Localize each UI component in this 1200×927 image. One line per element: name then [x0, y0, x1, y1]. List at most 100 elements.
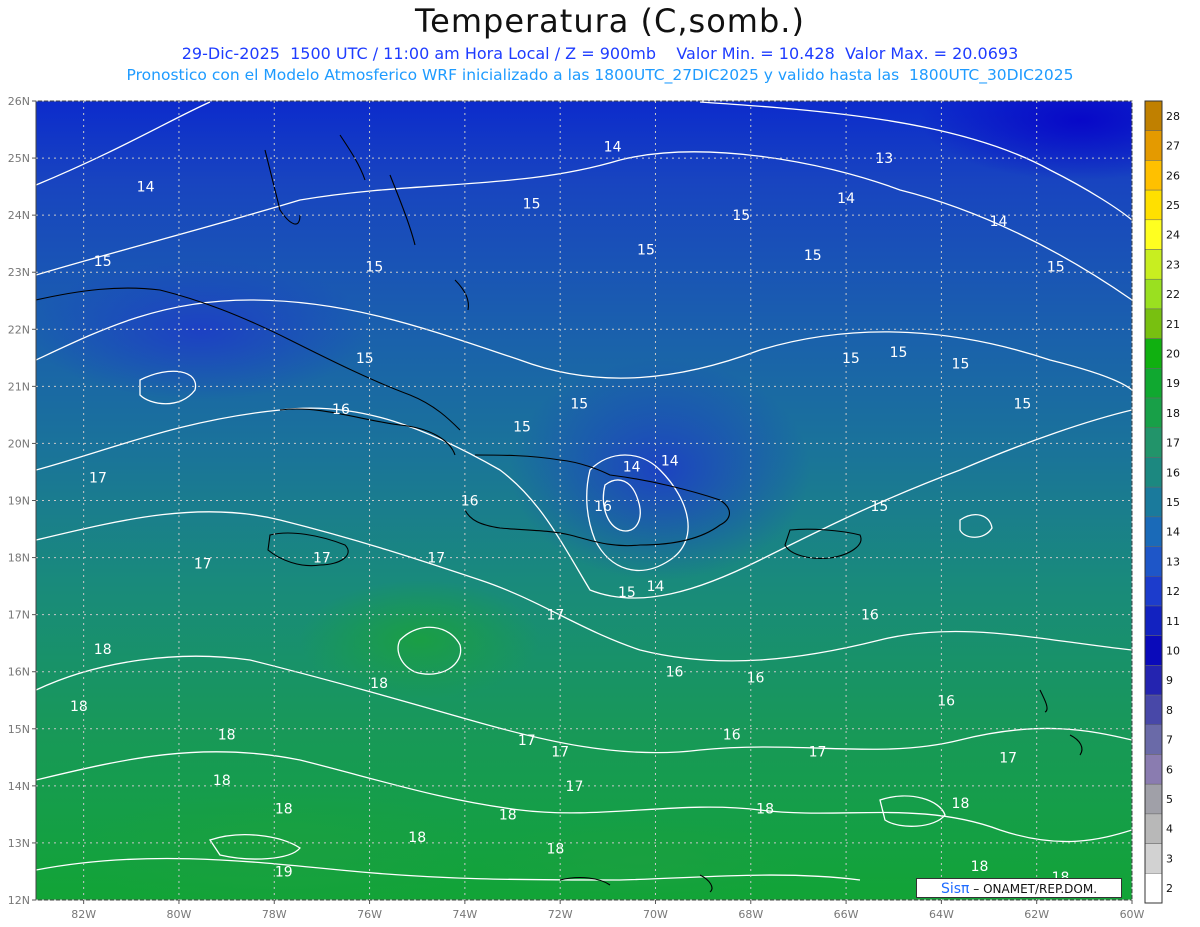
lat-tick-label: 15N	[8, 723, 30, 736]
lat-tick-label: 26N	[8, 95, 30, 108]
contour-label: 16	[666, 665, 684, 681]
contour-label: 16	[723, 727, 741, 743]
contour-label: 17	[89, 471, 107, 487]
sispi-logo: Sisπ	[940, 881, 970, 897]
colorbar-label: 24	[1166, 229, 1180, 242]
contour-label: 15	[842, 351, 860, 367]
colorbar-label: 27	[1166, 140, 1180, 153]
colorbar-swatch	[1144, 368, 1163, 399]
colorbar-swatch	[1144, 605, 1163, 636]
colorbar-swatch	[1144, 783, 1163, 815]
contour-label: 15	[1047, 260, 1065, 276]
colorbar-swatch	[1144, 724, 1163, 755]
lon-tick-label: 74W	[452, 908, 477, 921]
lat-tick-label: 17N	[8, 609, 30, 622]
contour-label: 15	[1013, 396, 1031, 412]
colorbar-label: 28	[1166, 110, 1180, 123]
lon-tick-label: 76W	[357, 908, 382, 921]
contour-label: 16	[461, 494, 479, 510]
contour-label: 19	[275, 864, 293, 880]
lon-tick-label: 60W	[1120, 908, 1145, 921]
colorbar-swatch	[1144, 130, 1163, 161]
contour-label: 13	[875, 151, 893, 167]
contour-label: 18	[275, 802, 293, 818]
colorbar-swatch	[1144, 873, 1163, 904]
colorbar-swatch	[1144, 397, 1163, 428]
contour-label: 18	[408, 830, 426, 846]
credit-box: Sisπ – ONAMET/REP.DOM.	[916, 878, 1122, 898]
contour-label: 17	[551, 745, 569, 761]
contour-label: 14	[647, 579, 665, 595]
lon-tick-label: 72W	[548, 908, 573, 921]
contour-label: 14	[137, 180, 155, 196]
contour-label: 18	[952, 796, 970, 812]
contour-label: 18	[971, 859, 989, 875]
contour-label: 15	[365, 260, 383, 276]
contour-label: 15	[732, 208, 750, 224]
colorbar-swatch	[1144, 635, 1163, 666]
color-scale-bar: 2827262524232221201918171615141312111098…	[1144, 100, 1180, 904]
contour-label: 14	[990, 214, 1008, 230]
colorbar-swatch	[1144, 308, 1163, 339]
lat-tick-label: 25N	[8, 152, 30, 165]
contour-label: 18	[213, 773, 231, 789]
contour-label: 14	[837, 191, 855, 207]
lon-tick-label: 64W	[929, 908, 954, 921]
colorbar-swatch	[1144, 576, 1163, 607]
contour-label: 14	[661, 454, 679, 470]
contour-label: 15	[618, 585, 636, 601]
colorbar-label: 15	[1166, 496, 1180, 509]
contour-label: 15	[94, 254, 112, 270]
contour-label: 16	[747, 670, 765, 686]
colorbar-label: 17	[1166, 437, 1180, 450]
contour-label: 18	[546, 842, 564, 858]
colorbar-label: 9	[1166, 674, 1173, 687]
contour-label: 15	[871, 499, 889, 515]
lat-tick-label: 24N	[8, 209, 30, 222]
colorbar-swatch	[1144, 516, 1163, 547]
colorbar-swatch	[1144, 160, 1163, 191]
contour-label: 17	[194, 556, 212, 572]
contour-label: 14	[623, 459, 641, 475]
colorbar-label: 16	[1166, 466, 1180, 479]
lat-tick-label: 13N	[8, 837, 30, 850]
contour-label: 15	[356, 351, 374, 367]
colorbar-swatch	[1144, 754, 1163, 785]
lat-tick-label: 14N	[8, 780, 30, 793]
contour-label: 16	[861, 608, 879, 624]
colorbar-label: 20	[1166, 347, 1180, 360]
colorbar-swatch	[1144, 813, 1163, 844]
colorbar-label: 21	[1166, 318, 1180, 331]
contour-label: 18	[370, 676, 388, 692]
colorbar-label: 10	[1166, 645, 1180, 658]
lon-tick-label: 68W	[738, 908, 763, 921]
colorbar-swatch	[1144, 278, 1163, 310]
lon-tick-label: 62W	[1024, 908, 1049, 921]
colorbar-label: 22	[1166, 288, 1180, 301]
colorbar-swatch	[1144, 457, 1163, 488]
colorbar-label: 2	[1166, 882, 1173, 895]
contour-label: 17	[809, 745, 827, 761]
contour-label: 18	[756, 802, 774, 818]
colorbar-swatch	[1144, 219, 1163, 250]
colorbar-label: 8	[1166, 704, 1173, 717]
colorbar-label: 18	[1166, 407, 1180, 420]
contour-label: 15	[513, 419, 531, 435]
lon-tick-label: 70W	[643, 908, 668, 921]
lat-tick-label: 20N	[8, 437, 30, 450]
lat-tick-label: 16N	[8, 666, 30, 679]
colorbar-swatch	[1144, 665, 1163, 696]
contour-label: 17	[566, 779, 584, 795]
contour-label: 18	[70, 699, 88, 715]
colorbar-label: 13	[1166, 555, 1180, 568]
colorbar-swatch	[1144, 843, 1163, 874]
contour-label: 17	[546, 608, 564, 624]
lat-tick-label: 19N	[8, 495, 30, 508]
colorbar-swatch	[1144, 189, 1163, 221]
lat-tick-label: 23N	[8, 266, 30, 279]
colorbar-label: 26	[1166, 169, 1180, 182]
contour-label: 18	[499, 807, 517, 823]
colorbar-swatch	[1144, 486, 1163, 518]
colorbar-label: 12	[1166, 585, 1180, 598]
colorbar-label: 19	[1166, 377, 1180, 390]
